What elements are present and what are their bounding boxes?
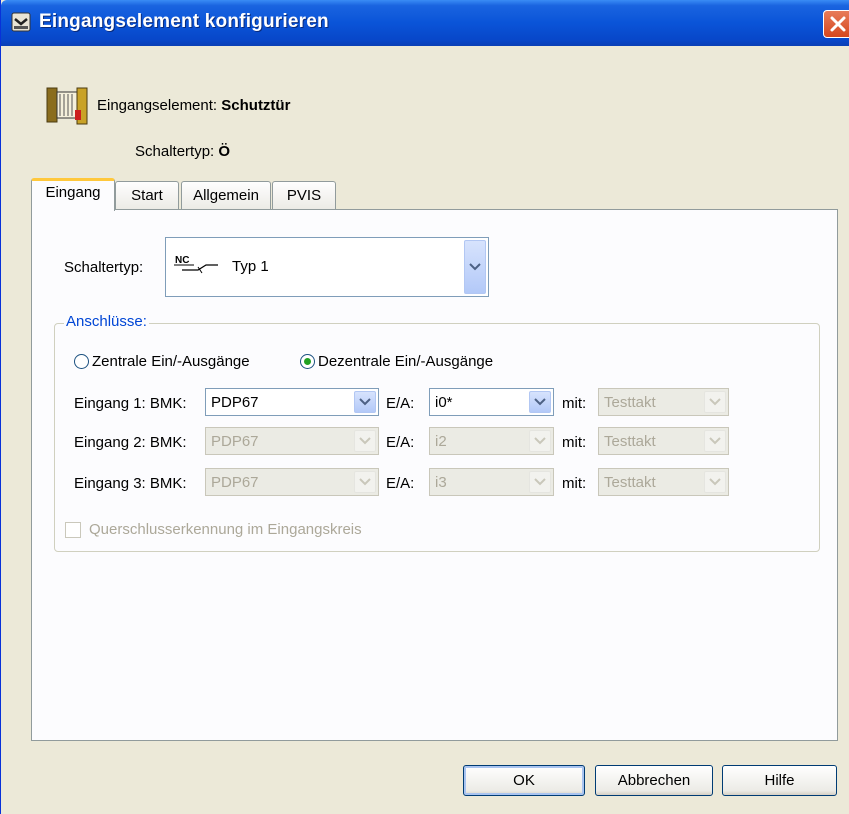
input-2-ea-select[interactable]: i2 (429, 427, 554, 455)
input-2-name: Eingang 2: (74, 434, 146, 451)
input-1-bmk-dropdown[interactable] (354, 391, 376, 413)
chevron-down-icon (709, 437, 721, 445)
input-1-name: Eingang 1: (74, 395, 146, 412)
title-bar[interactable]: Eingangselement konfigurieren (1, 0, 849, 46)
switch-type-value: Typ 1 (232, 258, 269, 275)
chevron-down-icon (469, 263, 481, 271)
svg-text:NC: NC (175, 255, 189, 266)
input-3-ea-dropdown[interactable] (529, 471, 551, 493)
chevron-down-icon (709, 398, 721, 406)
cross-circuit-label[interactable]: Querschlusserkennung im Eingangskreis (89, 521, 362, 538)
radio-central[interactable] (74, 354, 89, 369)
switch-type-value: Ö (218, 143, 231, 160)
tab-eingang[interactable]: Eingang (31, 178, 115, 211)
input-1-ea-value: i0* (435, 394, 453, 411)
input-2-ea-label: E/A: (386, 434, 415, 451)
chevron-down-icon (534, 478, 546, 486)
radio-decentral[interactable] (300, 354, 315, 369)
input-3-name: Eingang 3: (74, 475, 146, 492)
input-3-mit-dropdown[interactable] (704, 471, 726, 493)
switch-type-line: Schaltertyp: Ö (135, 143, 230, 160)
switch-type-select[interactable]: NC Typ 1 (165, 237, 489, 297)
input-1-ea-select[interactable]: i0* (429, 388, 554, 416)
close-icon (830, 16, 846, 32)
input-3-bmk-value: PDP67 (211, 474, 259, 491)
chevron-down-icon (359, 437, 371, 445)
connections-legend: Anschlüsse: (64, 313, 149, 330)
bmk-label: BMK: (149, 475, 187, 492)
tab-pvis[interactable]: PVIS (272, 181, 336, 209)
dialog-window: Eingangselement konfigurieren Eingangsel… (0, 0, 849, 814)
schaltertyp-label: Schaltertyp: (64, 259, 144, 276)
input-3-ea-select[interactable]: i3 (429, 468, 554, 496)
element-value: Schutztür (221, 97, 291, 114)
input-1-mit-value: Testtakt (604, 394, 656, 411)
input-2-bmk-select[interactable]: PDP67 (205, 427, 379, 455)
input-1-mit-dropdown[interactable] (704, 391, 726, 413)
input-2-ea-value: i2 (435, 433, 447, 450)
input-1-bmk-select[interactable]: PDP67 (205, 388, 379, 416)
input-1-ea-label: E/A: (386, 395, 415, 412)
input-1-bmk-value: PDP67 (211, 394, 259, 411)
cross-circuit-checkbox[interactable] (65, 522, 81, 538)
input-2-label: Eingang 2: BMK: (74, 434, 187, 451)
bmk-label: BMK: (149, 434, 187, 451)
chevron-down-icon (534, 398, 546, 406)
bmk-label: BMK: (149, 395, 187, 412)
input-3-ea-label: E/A: (386, 475, 415, 492)
input-3-bmk-dropdown[interactable] (354, 471, 376, 493)
input-2-ea-dropdown[interactable] (529, 430, 551, 452)
radio-decentral-label[interactable]: Dezentrale Ein/-Ausgänge (318, 353, 493, 370)
input-2-bmk-value: PDP67 (211, 433, 259, 450)
switch-type-dropdown-button[interactable] (464, 240, 486, 294)
input-2-mit-value: Testtakt (604, 433, 656, 450)
input-1-label: Eingang 1: BMK: (74, 395, 187, 412)
input-2-mit-select[interactable]: Testtakt (598, 427, 729, 455)
input-3-label: Eingang 3: BMK: (74, 475, 187, 492)
radio-central-label[interactable]: Zentrale Ein/-Ausgänge (92, 353, 250, 370)
input-2-mit-label: mit: (562, 434, 587, 451)
chevron-down-icon (709, 478, 721, 486)
cancel-button[interactable]: Abbrechen (595, 765, 713, 796)
input-2-mit-dropdown[interactable] (704, 430, 726, 452)
help-button[interactable]: Hilfe (722, 765, 837, 796)
input-3-ea-value: i3 (435, 474, 447, 491)
input-1-mit-select[interactable]: Testtakt (598, 388, 729, 416)
chevron-down-icon (359, 398, 371, 406)
input-3-mit-label: mit: (562, 475, 587, 492)
input-3-bmk-select[interactable]: PDP67 (205, 468, 379, 496)
element-name-line: Eingangselement: Schutztür (97, 97, 290, 114)
safety-door-icon (45, 82, 89, 128)
input-1-ea-dropdown[interactable] (529, 391, 551, 413)
switch-type-label: Schaltertyp: (135, 143, 215, 160)
ok-button[interactable]: OK (463, 765, 585, 796)
window-title: Eingangselement konfigurieren (39, 11, 329, 32)
dialog-app-icon (11, 12, 31, 32)
tab-allgemein[interactable]: Allgemein (181, 181, 271, 209)
input-3-mit-value: Testtakt (604, 474, 656, 491)
input-2-bmk-dropdown[interactable] (354, 430, 376, 452)
nc-contact-symbol-icon: NC (174, 255, 218, 274)
input-3-mit-select[interactable]: Testtakt (598, 468, 729, 496)
tab-start[interactable]: Start (115, 181, 179, 209)
chevron-down-icon (534, 437, 546, 445)
close-button[interactable] (823, 10, 849, 38)
element-label: Eingangselement: (97, 97, 218, 114)
input-1-mit-label: mit: (562, 395, 587, 412)
chevron-down-icon (359, 478, 371, 486)
